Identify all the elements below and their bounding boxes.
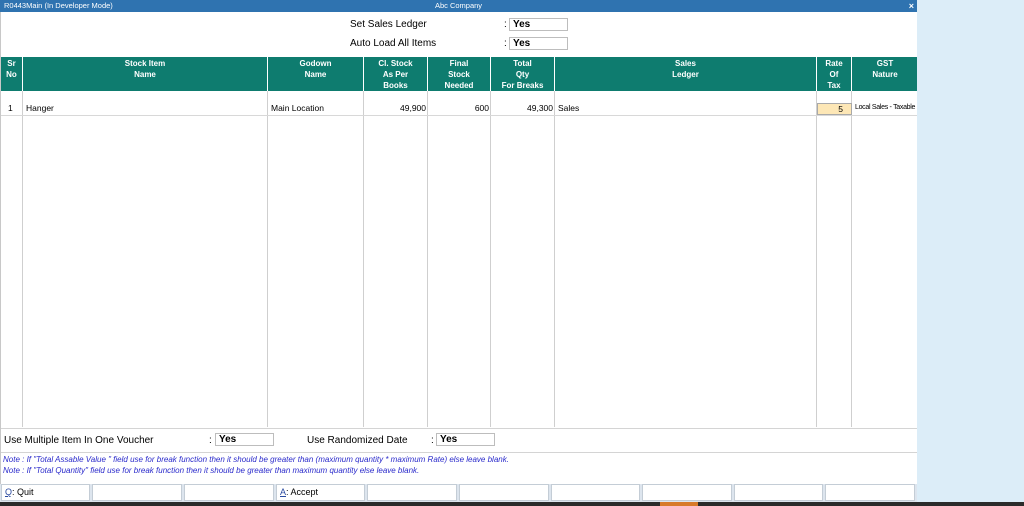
app-window: R0443Main (In Developer Mode) Abc Compan… bbox=[0, 0, 1024, 506]
godown-cell[interactable]: Main Location bbox=[271, 101, 361, 115]
use-randomized-date-label: Use Randomized Date bbox=[307, 435, 408, 446]
column-header-line: Tax bbox=[827, 81, 841, 90]
colon: : bbox=[209, 435, 212, 446]
column-header-line: Total bbox=[513, 59, 532, 68]
column-header-total-qty: Total Qty For Breaks bbox=[491, 57, 555, 91]
cl-stock-cell: 49,900 bbox=[400, 103, 426, 113]
title-bar: R0443Main (In Developer Mode) Abc Compan… bbox=[0, 0, 917, 12]
column-header-line: For Breaks bbox=[501, 81, 544, 90]
accept-button[interactable]: A: Accept bbox=[276, 484, 365, 501]
close-icon[interactable]: × bbox=[909, 0, 914, 12]
column-header-stock-item-name: Stock Item Name bbox=[23, 57, 268, 91]
colon: : bbox=[431, 435, 434, 446]
column-header-line: Sr bbox=[7, 59, 16, 68]
set-sales-ledger-input[interactable]: Yes bbox=[509, 18, 568, 31]
total-qty-cell[interactable]: 49,300 bbox=[491, 101, 553, 115]
column-divider bbox=[851, 91, 852, 427]
column-header-sales-ledger: Sales Ledger bbox=[555, 57, 817, 91]
sr-no-cell: 1 bbox=[8, 103, 13, 113]
quit-button[interactable]: Q: Quit bbox=[1, 484, 90, 501]
colon: : bbox=[504, 38, 507, 49]
auto-load-all-items-field: Auto Load All Items : Yes bbox=[1, 37, 918, 51]
quit-label: : Quit bbox=[12, 487, 34, 497]
column-header-line: Godown bbox=[299, 59, 332, 68]
empty-button[interactable] bbox=[734, 484, 823, 501]
column-header-line: Stock Item bbox=[124, 59, 166, 68]
auto-load-all-items-label: Auto Load All Items bbox=[350, 38, 437, 49]
empty-button[interactable] bbox=[367, 484, 457, 501]
auto-load-all-items-input[interactable]: Yes bbox=[509, 37, 568, 50]
column-divider bbox=[267, 91, 268, 427]
colon: : bbox=[504, 19, 507, 30]
column-header-line: Nature bbox=[872, 70, 898, 79]
note-assable-value: Note : If "Total Assable Value " field u… bbox=[3, 455, 509, 464]
column-header-line: Name bbox=[134, 70, 156, 79]
column-header-line: Needed bbox=[444, 81, 474, 90]
quit-shortcut-key: Q bbox=[5, 487, 13, 497]
column-header-gst-nature: GST Nature bbox=[852, 57, 918, 91]
final-stock-cell[interactable]: 600 bbox=[428, 101, 489, 115]
empty-button[interactable] bbox=[642, 484, 732, 501]
accept-label: : Accept bbox=[286, 487, 319, 497]
use-randomized-date-input[interactable]: Yes bbox=[436, 433, 495, 446]
column-header-final-stock: Final Stock Needed bbox=[428, 57, 491, 91]
notes-section: Note : If "Total Assable Value " field u… bbox=[1, 452, 918, 482]
company-name: Abc Company bbox=[434, 1, 483, 10]
stock-item-cell[interactable]: Hanger bbox=[26, 101, 266, 115]
table-header: Sr No Stock Item Name Godown Name Cl. St… bbox=[1, 57, 918, 91]
empty-button[interactable] bbox=[551, 484, 640, 501]
table-row[interactable]: 1 Hanger Main Location 49,900 600 49,300… bbox=[1, 101, 918, 116]
column-header-line: Sales bbox=[675, 59, 696, 68]
set-sales-ledger-label: Set Sales Ledger bbox=[350, 19, 427, 30]
gst-nature-cell[interactable]: Local Sales - Taxable bbox=[855, 101, 918, 115]
bottom-options: Use Multiple Item In One Voucher : Yes U… bbox=[1, 428, 918, 452]
status-strip bbox=[0, 502, 1024, 506]
column-header-line: Books bbox=[383, 81, 408, 90]
column-divider bbox=[363, 91, 364, 427]
table-body: 1 Hanger Main Location 49,900 600 49,300… bbox=[1, 91, 918, 427]
column-header-line: Ledger bbox=[672, 70, 699, 79]
column-divider bbox=[554, 91, 555, 427]
main-panel: Set Sales Ledger : Yes Auto Load All Ite… bbox=[0, 12, 918, 484]
column-header-rate-of-tax: Rate Of Tax bbox=[817, 57, 852, 91]
empty-button[interactable] bbox=[825, 484, 915, 501]
column-divider bbox=[427, 91, 428, 427]
sales-ledger-cell[interactable]: Sales bbox=[558, 101, 813, 115]
column-header-line: Stock bbox=[448, 70, 470, 79]
set-sales-ledger-field: Set Sales Ledger : Yes bbox=[1, 18, 918, 32]
status-accent bbox=[660, 502, 698, 506]
column-divider bbox=[490, 91, 491, 427]
column-header-cl-stock: Cl. Stock As Per Books bbox=[364, 57, 428, 91]
button-bar: Q: Quit A: Accept bbox=[0, 484, 917, 502]
column-header-line: GST bbox=[876, 59, 894, 68]
column-header-line: Final bbox=[449, 59, 469, 68]
use-multiple-item-label: Use Multiple Item In One Voucher bbox=[4, 435, 154, 446]
column-header-line: Of bbox=[829, 70, 839, 79]
column-header-line: As Per bbox=[382, 70, 409, 79]
column-header-line: Qty bbox=[515, 70, 530, 79]
column-divider bbox=[22, 91, 23, 427]
rate-of-tax-input[interactable]: 5 bbox=[817, 103, 852, 115]
empty-button[interactable] bbox=[459, 484, 549, 501]
use-multiple-item-input[interactable]: Yes bbox=[215, 433, 274, 446]
column-header-godown-name: Godown Name bbox=[268, 57, 364, 91]
empty-button[interactable] bbox=[92, 484, 182, 501]
empty-button[interactable] bbox=[184, 484, 274, 501]
note-total-quantity: Note : If "Total Quantity" field use for… bbox=[3, 466, 420, 475]
column-header-line: Cl. Stock bbox=[378, 59, 413, 68]
column-header-line: No bbox=[6, 70, 17, 79]
column-header-line: Name bbox=[304, 70, 327, 79]
column-header-line: Rate bbox=[825, 59, 843, 68]
column-divider bbox=[816, 91, 817, 427]
column-header-sr-no: Sr No bbox=[1, 57, 23, 91]
right-side-panel bbox=[917, 0, 1024, 506]
